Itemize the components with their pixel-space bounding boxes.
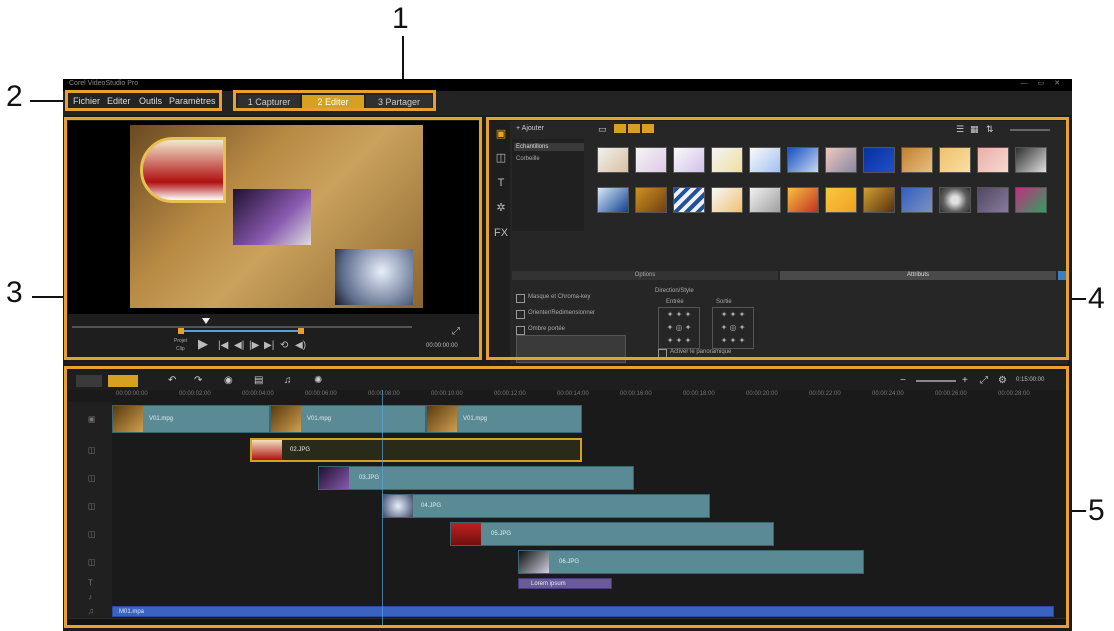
highlight-box-4 xyxy=(486,117,1069,360)
highlight-box-1 xyxy=(233,90,436,111)
callout-4: 4 xyxy=(1088,282,1105,315)
callout-3: 3 xyxy=(6,276,23,309)
window-controls[interactable]: — ▭ ✕ xyxy=(1021,79,1064,87)
highlight-box-2 xyxy=(65,90,222,111)
callout-5: 5 xyxy=(1088,494,1105,527)
callout-1: 1 xyxy=(392,2,409,35)
window-title: Corel VideoStudio Pro xyxy=(69,80,139,87)
highlight-box-5 xyxy=(64,366,1069,628)
leader-3 xyxy=(32,296,66,298)
leader-2 xyxy=(30,100,64,102)
highlight-box-3 xyxy=(64,117,482,360)
callout-2: 2 xyxy=(6,80,23,113)
